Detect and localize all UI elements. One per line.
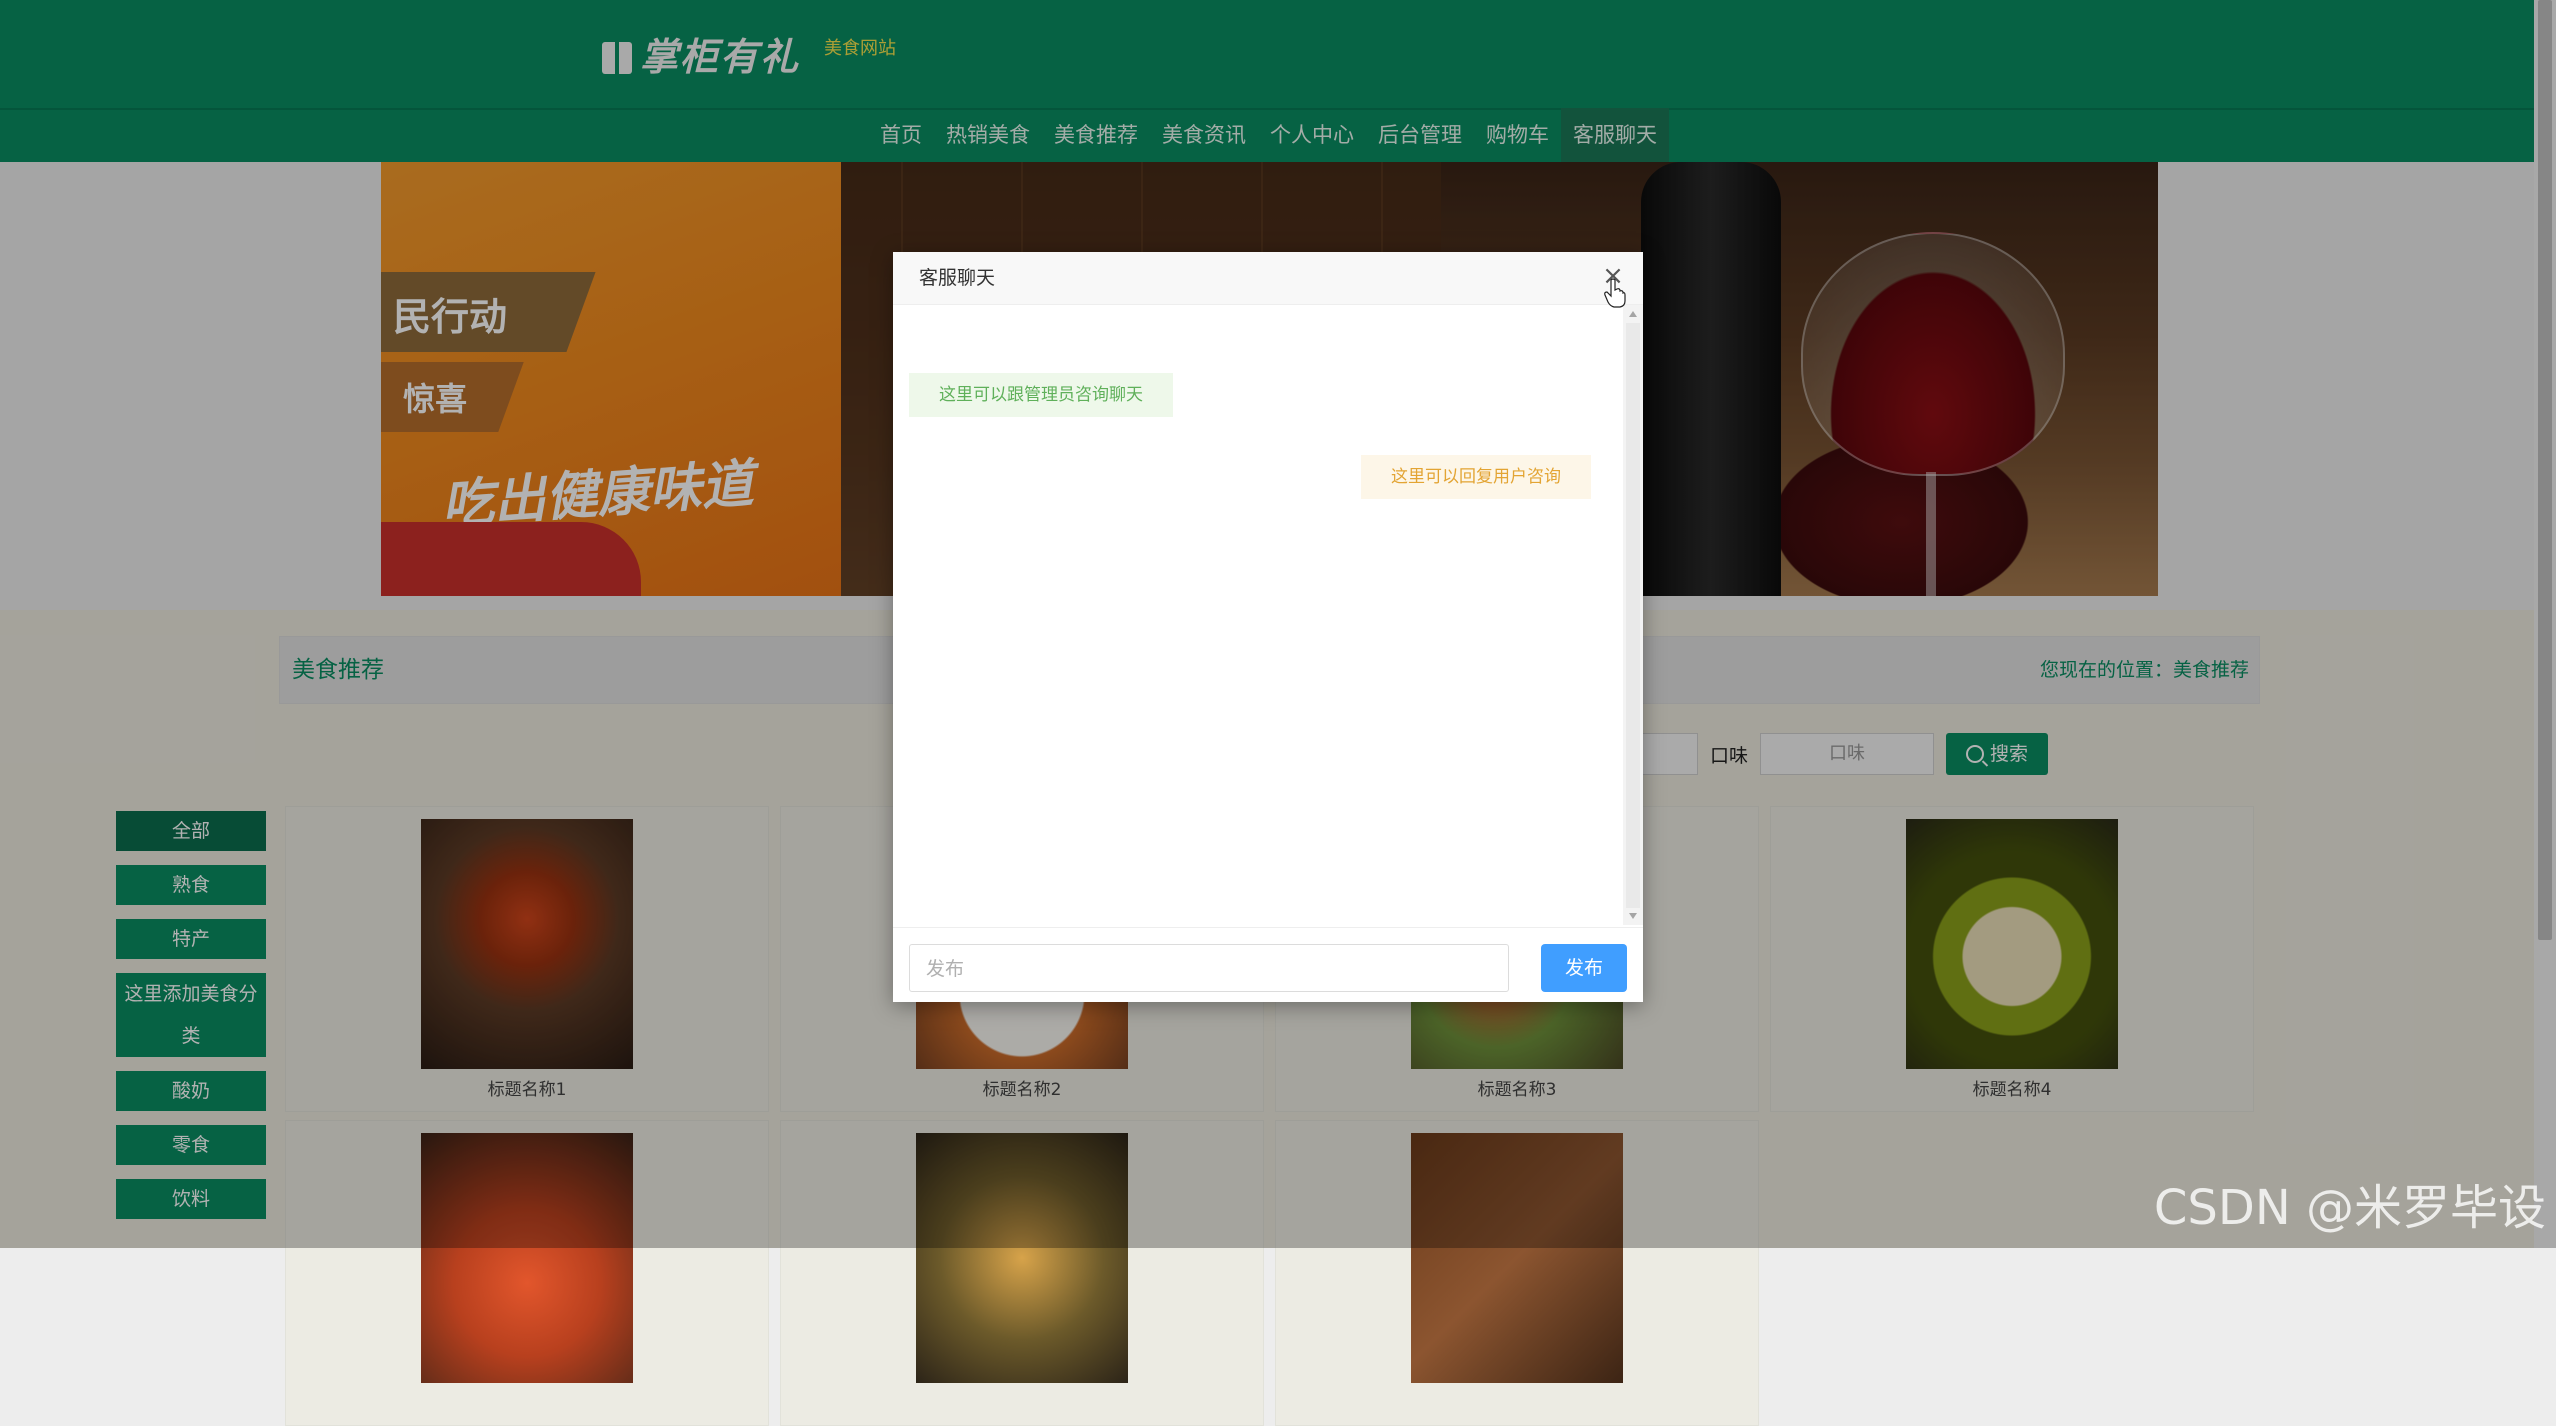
chat-input[interactable]: 发布 — [909, 944, 1509, 992]
chat-composer: 发布 发布 — [893, 927, 1643, 1003]
watermark: CSDN @米罗毕设 — [2153, 1180, 2546, 1236]
user-reply-message: 这里可以回复用户咨询 — [1361, 455, 1591, 499]
chat-messages: 这里可以跟管理员咨询聊天 这里可以回复用户咨询 — [893, 305, 1623, 925]
chat-scrollbar-thumb[interactable] — [1626, 323, 1640, 908]
chat-dialog-title: 客服聊天 — [919, 267, 996, 289]
chat-dialog: 客服聊天 × 这里可以跟管理员咨询聊天 这里可以回复用户咨询 发布 发布 — [893, 252, 1643, 1002]
scroll-up-arrow-icon[interactable] — [1629, 311, 1637, 317]
chat-dialog-header: 客服聊天 × — [893, 252, 1643, 305]
scroll-down-arrow-icon[interactable] — [1629, 913, 1637, 919]
post-button[interactable]: 发布 — [1541, 944, 1627, 992]
admin-message: 这里可以跟管理员咨询聊天 — [909, 373, 1173, 417]
hand-cursor-icon — [1604, 278, 1626, 308]
chat-scrollbar[interactable] — [1623, 305, 1643, 925]
